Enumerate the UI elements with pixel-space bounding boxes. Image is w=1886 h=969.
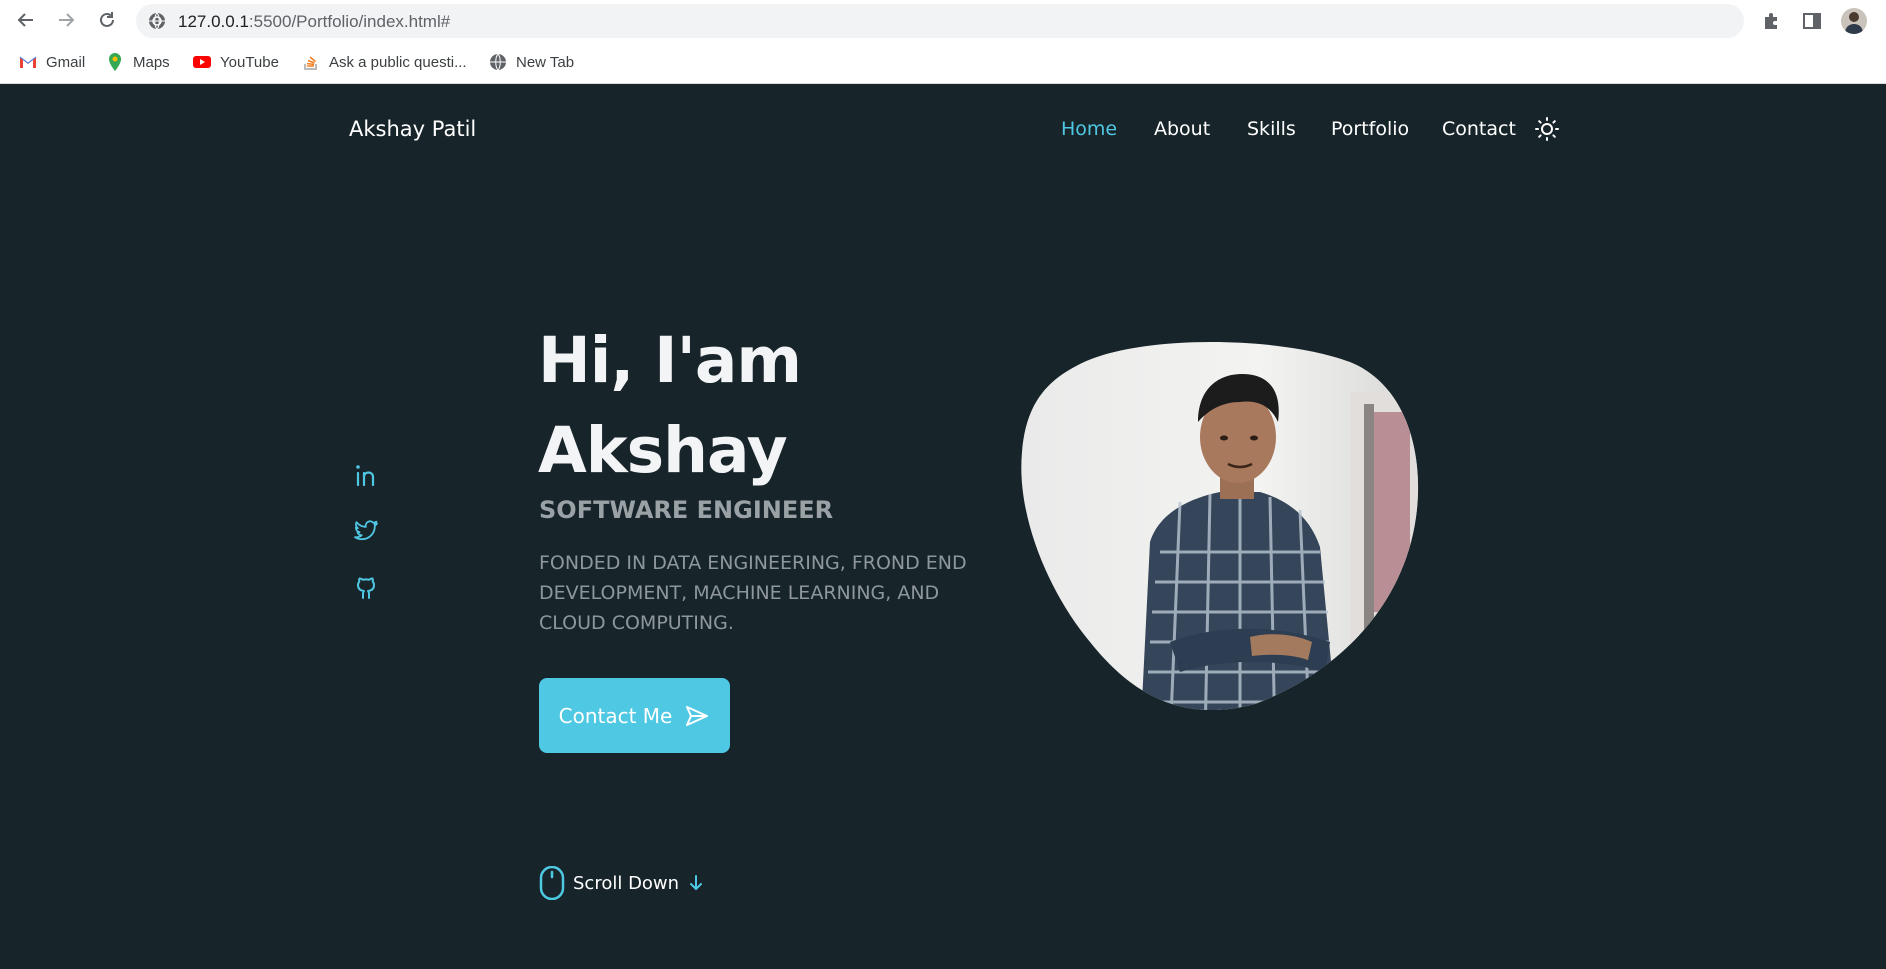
bookmark-youtube[interactable]: YouTube: [192, 50, 279, 74]
reload-button[interactable]: [95, 8, 119, 32]
bookmark-label: New Tab: [516, 53, 575, 71]
brand-logo[interactable]: Akshay Patil: [349, 117, 476, 141]
forward-button[interactable]: [54, 8, 78, 32]
globe-icon: [490, 53, 506, 71]
url-path: :5500/Portfolio/index.html#: [248, 12, 451, 31]
profile-avatar[interactable]: [1841, 8, 1867, 34]
puzzle-icon: [1765, 13, 1777, 29]
github-icon[interactable]: [354, 575, 380, 601]
bookmarks-bar: Gmail Maps YouTube Ask a public questi..…: [0, 40, 1886, 84]
hero-subtitle: SOFTWARE ENGINEER: [539, 496, 834, 524]
bookmark-label: Maps: [133, 53, 170, 71]
side-panel-button[interactable]: [1799, 8, 1825, 34]
linkedin-icon[interactable]: [354, 462, 380, 488]
gmail-icon: [19, 56, 37, 68]
scroll-down-button[interactable]: Scroll Down: [539, 866, 705, 900]
contact-me-label: Contact Me: [558, 703, 673, 728]
url-text: 127.0.0.1:5500/Portfolio/index.html#: [178, 12, 450, 32]
bookmark-label: Gmail: [46, 53, 86, 71]
nav-skills[interactable]: Skills: [1247, 118, 1296, 140]
sun-icon[interactable]: [1535, 117, 1559, 141]
youtube-icon: [193, 56, 211, 68]
scroll-down-label: Scroll Down: [573, 872, 680, 894]
avatar-icon: [1845, 12, 1863, 34]
stackoverflow-icon: [304, 56, 317, 70]
back-arrow-icon: [17, 13, 33, 27]
bookmark-gmail[interactable]: Gmail: [18, 50, 85, 74]
nav-about[interactable]: About: [1154, 118, 1210, 140]
extensions-button[interactable]: [1759, 8, 1785, 34]
nav-contact[interactable]: Contact: [1442, 118, 1516, 140]
side-panel-icon: [1803, 13, 1821, 29]
forward-arrow-icon: [59, 13, 75, 27]
reload-icon: [100, 12, 114, 27]
portfolio-page: Akshay Patil Home About Skills Portfolio…: [0, 84, 1886, 969]
nav-home[interactable]: Home: [1061, 118, 1117, 140]
browser-toolbar: 127.0.0.1:5500/Portfolio/index.html#: [0, 0, 1886, 40]
nav-portfolio[interactable]: Portfolio: [1331, 118, 1409, 140]
bookmark-label: Ask a public questi...: [329, 53, 467, 71]
send-icon: [686, 705, 709, 726]
bookmark-maps[interactable]: Maps: [105, 50, 170, 74]
maps-icon: [109, 53, 121, 71]
back-button[interactable]: [14, 8, 38, 32]
arrow-down-icon: [690, 875, 703, 891]
address-bar[interactable]: 127.0.0.1:5500/Portfolio/index.html#: [136, 4, 1744, 38]
bookmark-label: YouTube: [220, 53, 279, 71]
bookmark-new-tab[interactable]: New Tab: [488, 50, 574, 74]
hero-description: FONDED IN DATA ENGINEERING, FROND END DE…: [539, 552, 967, 634]
bookmark-stackoverflow[interactable]: Ask a public questi...: [301, 50, 467, 74]
site-info-icon[interactable]: [148, 12, 166, 30]
hero-greeting: Hi, I'am: [538, 324, 802, 397]
twitter-icon[interactable]: [354, 518, 380, 544]
profile-photo: [1021, 342, 1419, 711]
url-host: 127.0.0.1: [178, 12, 249, 31]
mouse-icon: [539, 866, 565, 900]
hero-name: Akshay: [538, 414, 788, 487]
contact-me-button[interactable]: Contact Me: [539, 678, 730, 753]
